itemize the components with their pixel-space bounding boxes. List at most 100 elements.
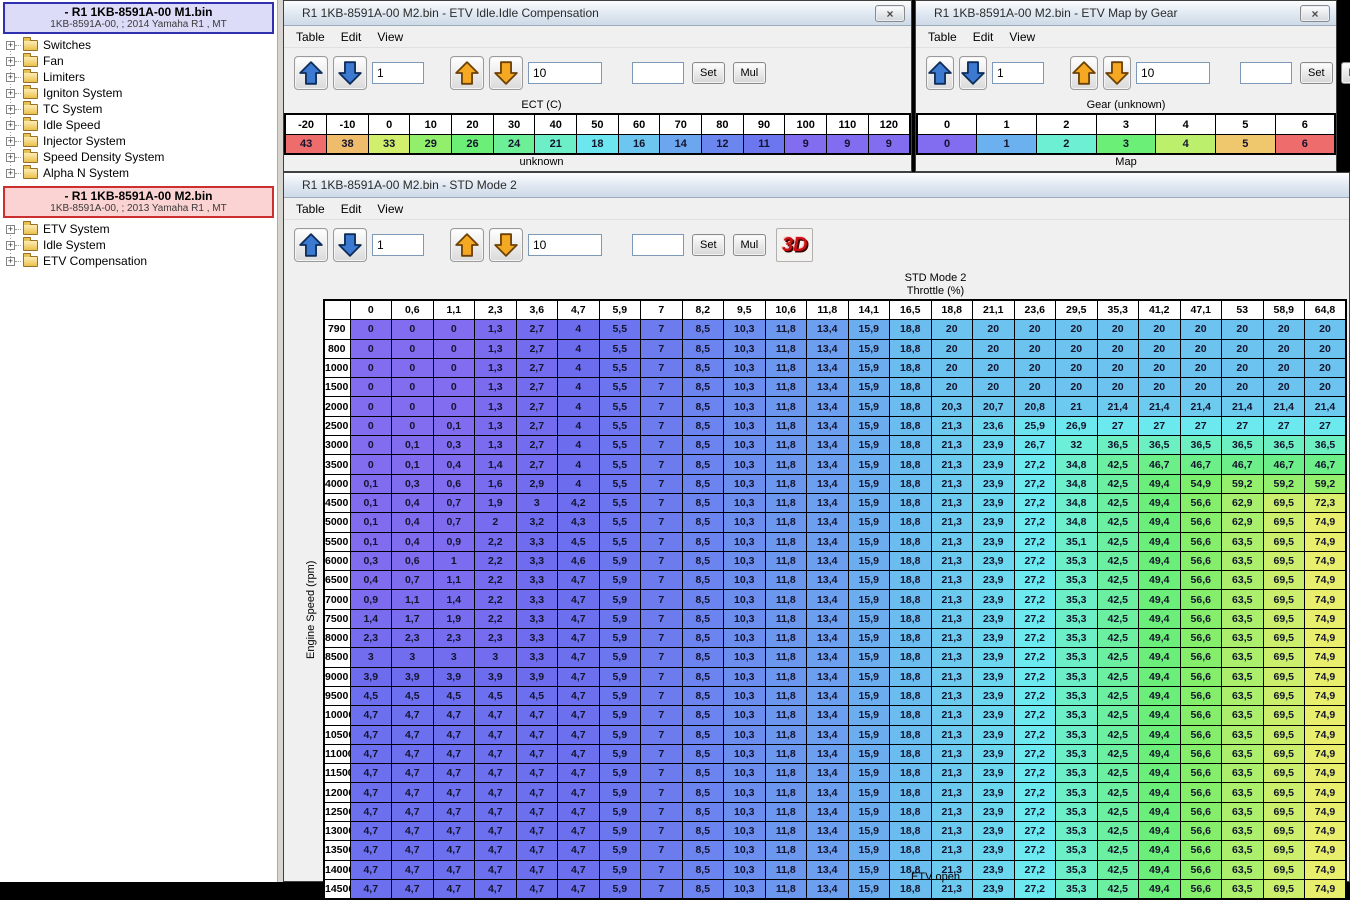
- table-cell[interactable]: 8,5: [682, 455, 724, 474]
- table-cell[interactable]: 20: [1222, 339, 1264, 358]
- table-cell[interactable]: 0,1: [350, 474, 392, 493]
- table-cell[interactable]: 27,2: [1014, 686, 1056, 705]
- table-cell[interactable]: 0: [350, 416, 392, 435]
- table-cell[interactable]: 0,1: [392, 436, 434, 455]
- table-cell[interactable]: 56,6: [1180, 822, 1222, 841]
- table-cell[interactable]: 49,4: [1139, 822, 1181, 841]
- table-cell[interactable]: 4,7: [516, 725, 558, 744]
- table-cell[interactable]: 23,9: [973, 609, 1015, 628]
- table-cell[interactable]: 4,7: [558, 802, 600, 821]
- table-cell[interactable]: 42,5: [1097, 744, 1139, 763]
- menu-table[interactable]: Table: [288, 200, 333, 218]
- table-cell[interactable]: 5,9: [599, 744, 641, 763]
- table-cell[interactable]: 21,3: [931, 841, 973, 860]
- table-cell[interactable]: 15,9: [848, 378, 890, 397]
- table-cell[interactable]: 15,9: [848, 416, 890, 435]
- table-cell[interactable]: 27,2: [1014, 802, 1056, 821]
- table-cell[interactable]: 7: [641, 629, 683, 648]
- menu-view[interactable]: View: [369, 28, 411, 46]
- table-cell[interactable]: 42,5: [1097, 609, 1139, 628]
- table-cell[interactable]: 18,8: [890, 783, 932, 802]
- table-cell[interactable]: 23,9: [973, 667, 1015, 686]
- table-cell[interactable]: 11,8: [765, 416, 807, 435]
- table-cell[interactable]: 4,7: [475, 783, 517, 802]
- table-cell[interactable]: 5: [1216, 135, 1276, 155]
- table-cell[interactable]: 2,9: [516, 474, 558, 493]
- table-cell[interactable]: 69,5: [1263, 571, 1305, 590]
- table-cell[interactable]: 11,8: [765, 474, 807, 493]
- table-cell[interactable]: 8,5: [682, 609, 724, 628]
- table-cell[interactable]: 20: [973, 320, 1015, 339]
- table-cell[interactable]: 7: [641, 590, 683, 609]
- set-button[interactable]: Set: [1300, 62, 1333, 84]
- table-cell[interactable]: 27: [1180, 416, 1222, 435]
- table-cell[interactable]: 34,8: [1056, 513, 1098, 532]
- table-cell[interactable]: 15,9: [848, 455, 890, 474]
- table-cell[interactable]: 4: [558, 358, 600, 377]
- table-cell[interactable]: 5,9: [599, 571, 641, 590]
- table-cell[interactable]: 1,7: [392, 609, 434, 628]
- table-cell[interactable]: 20: [1097, 358, 1139, 377]
- table-cell[interactable]: 20: [1222, 358, 1264, 377]
- table-cell[interactable]: 63,5: [1222, 590, 1264, 609]
- table-cell[interactable]: 4,5: [475, 686, 517, 705]
- table-cell[interactable]: 0,4: [392, 532, 434, 551]
- big-step-up-button[interactable]: [450, 228, 484, 262]
- table-cell[interactable]: 74,9: [1305, 802, 1347, 821]
- tree-item-etv-compensation[interactable]: +ETV Compensation: [0, 253, 277, 269]
- table-cell[interactable]: 59,2: [1305, 474, 1347, 493]
- table-cell[interactable]: 69,5: [1263, 764, 1305, 783]
- mul-button[interactable]: Mul: [1341, 62, 1350, 84]
- table-cell[interactable]: 4: [558, 320, 600, 339]
- table-cell[interactable]: 18,8: [890, 532, 932, 551]
- table-cell[interactable]: 49,4: [1139, 783, 1181, 802]
- table-cell[interactable]: 0,1: [433, 416, 475, 435]
- table-cell[interactable]: 34,8: [1056, 474, 1098, 493]
- table-cell[interactable]: 15,9: [848, 648, 890, 667]
- table-cell[interactable]: 4,7: [433, 744, 475, 763]
- table-cell[interactable]: 35,3: [1056, 706, 1098, 725]
- table-cell[interactable]: 27,2: [1014, 841, 1056, 860]
- table-cell[interactable]: 4: [1156, 135, 1216, 155]
- table-cell[interactable]: 4,7: [475, 841, 517, 860]
- table-cell[interactable]: 0,3: [392, 474, 434, 493]
- table-cell[interactable]: 27: [1139, 416, 1181, 435]
- table-cell[interactable]: 23,9: [973, 764, 1015, 783]
- table-cell[interactable]: 7: [641, 455, 683, 474]
- table-cell[interactable]: 74,9: [1305, 706, 1347, 725]
- table-cell[interactable]: 56,6: [1180, 590, 1222, 609]
- table-cell[interactable]: 8,5: [682, 320, 724, 339]
- table-cell[interactable]: 69,5: [1263, 551, 1305, 570]
- table-cell[interactable]: 4,7: [558, 629, 600, 648]
- step-down-button[interactable]: [333, 228, 367, 262]
- table-cell[interactable]: 5,5: [599, 320, 641, 339]
- table-cell[interactable]: 2,7: [516, 339, 558, 358]
- table-cell[interactable]: 49,4: [1139, 725, 1181, 744]
- table-cell[interactable]: 63,5: [1222, 764, 1264, 783]
- table-cell[interactable]: 4,7: [433, 706, 475, 725]
- table-cell[interactable]: 10,3: [724, 513, 766, 532]
- table-cell[interactable]: 23,9: [973, 648, 1015, 667]
- table-cell[interactable]: 4,7: [350, 802, 392, 821]
- table-cell[interactable]: 11,8: [765, 667, 807, 686]
- table-cell[interactable]: 20: [1014, 339, 1056, 358]
- table-cell[interactable]: 2,7: [516, 397, 558, 416]
- table-cell[interactable]: 7: [641, 725, 683, 744]
- table-cell[interactable]: 10,3: [724, 532, 766, 551]
- big-step-down-button[interactable]: [489, 228, 523, 262]
- table-cell[interactable]: 42,5: [1097, 571, 1139, 590]
- table-cell[interactable]: 27: [1097, 416, 1139, 435]
- table-cell[interactable]: 4,3: [558, 513, 600, 532]
- table-cell[interactable]: 5,9: [599, 706, 641, 725]
- table-cell[interactable]: 0: [350, 339, 392, 358]
- expand-plus-icon[interactable]: +: [6, 121, 15, 130]
- table-cell[interactable]: 63,5: [1222, 667, 1264, 686]
- table-cell[interactable]: 46,7: [1222, 455, 1264, 474]
- table-cell[interactable]: 0,9: [433, 532, 475, 551]
- table-cell[interactable]: 0,4: [392, 493, 434, 512]
- table-cell[interactable]: 5,5: [599, 378, 641, 397]
- table-cell[interactable]: 23,9: [973, 590, 1015, 609]
- table-cell[interactable]: 0,4: [350, 571, 392, 590]
- table-cell[interactable]: 7: [641, 513, 683, 532]
- table-cell[interactable]: 3,3: [516, 648, 558, 667]
